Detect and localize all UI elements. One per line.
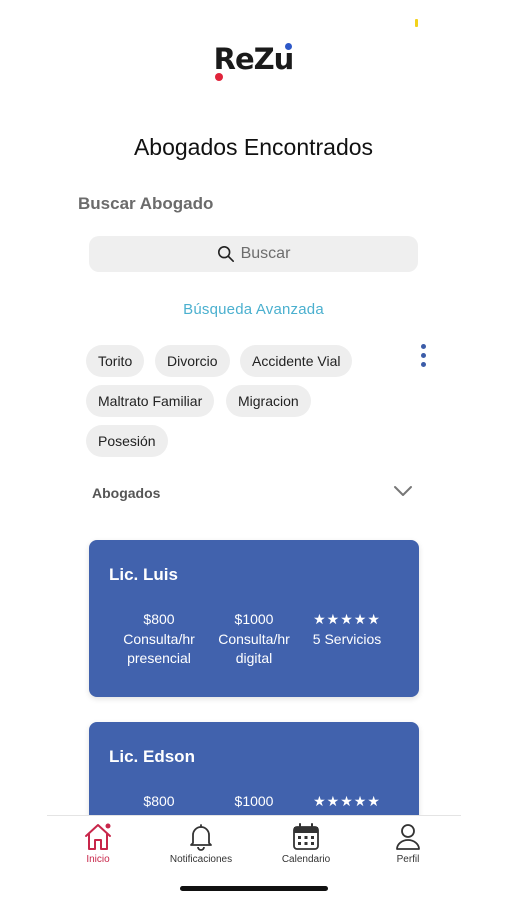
presencial-unit: Consulta/hr [123,630,195,647]
filter-chip-maltrato-familiar[interactable]: Maltrato Familiar [86,385,215,417]
tab-label: Inicio [86,854,110,865]
services-count: 5 Servicios [312,630,382,647]
search-placeholder: Buscar [240,245,291,262]
rating-block: ★★★★★ 5 Servicios [297,610,397,649]
filter-chip-torito[interactable]: Torito [86,345,145,377]
filter-chip-posesion[interactable]: Posesión [86,425,168,457]
tab-notificaciones[interactable]: Notificaciones [156,822,246,865]
bell-icon [190,824,212,851]
price-digital: $1000 [234,611,274,627]
search-icon [217,245,234,263]
filter-chip-accidente-vial[interactable]: Accidente Vial [240,345,353,377]
presencial-price-block: $800 Consulta/hr presencial [109,610,209,669]
presencial-label: presencial [127,650,191,666]
more-dot [420,344,426,349]
tab-perfil[interactable]: Perfil [363,822,453,865]
home-icon [85,823,111,850]
logo-text: ReZu [213,42,295,76]
tab-label: Notificaciones [169,854,233,865]
home-indicator [180,886,328,891]
filter-chip-migracion[interactable]: Migracion [226,385,311,417]
lawyer-name: Lic. Luis [109,565,178,584]
status-indicator [415,19,418,27]
digital-unit: Consulta/hr [218,630,290,647]
tab-label: Calendario [281,854,331,865]
more-dot [420,362,426,367]
search-input[interactable]: Buscar [89,236,418,272]
price-digital: $1000 [234,793,274,809]
filter-chip-divorcio[interactable]: Divorcio [155,345,230,377]
more-options-button[interactable] [417,344,429,372]
digital-label: digital [235,650,273,666]
digital-price-block: $1000 [204,792,304,812]
presencial-price-block: $800 [109,792,209,812]
lawyer-name: Lic. Edson [109,747,195,766]
dropdown-label: Abogados [92,485,161,501]
more-dot [420,353,426,358]
tab-calendario[interactable]: Calendario [261,822,351,865]
page-title: Abogados Encontrados [133,134,374,160]
tab-label: Perfil [396,854,420,865]
lawyers-dropdown[interactable]: Abogados [92,480,414,506]
price-presencial: $800 [143,611,175,627]
digital-price-block: $1000 Consulta/hr digital [204,610,304,669]
chevron-down-icon [394,486,412,496]
lawyer-card[interactable]: Lic. Luis $800 Consulta/hr presencial $1… [89,540,419,697]
advanced-search-link[interactable]: Búsqueda Avanzada [0,301,507,318]
star-rating: ★★★★★ [313,793,381,809]
person-icon [396,824,420,850]
price-presencial: $800 [143,793,175,809]
tab-inicio[interactable]: Inicio [53,822,143,865]
search-section-label: Buscar Abogado [78,194,214,213]
star-rating: ★★★★★ [313,611,381,627]
logo-dot-red [214,73,223,81]
rating-block: ★★★★★ [297,792,397,812]
calendar-icon [293,823,319,850]
app-logo: ReZu [0,42,507,81]
